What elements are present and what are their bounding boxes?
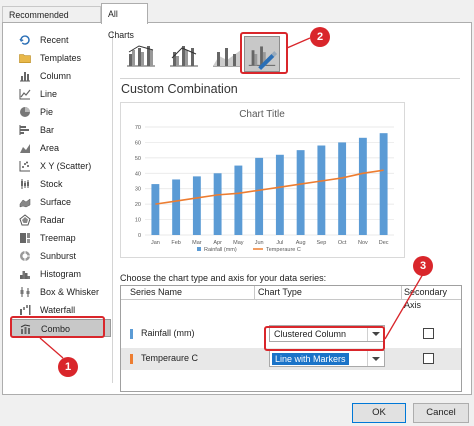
highlight-box-dropdown (264, 326, 385, 351)
change-chart-type-dialog: Recommended Charts All Charts Recent Tem… (0, 0, 474, 426)
callout-badge: 1 (58, 357, 78, 377)
callout-badge: 2 (310, 27, 330, 47)
highlight-box-subtype (240, 32, 288, 74)
callout-badge: 3 (413, 256, 433, 276)
